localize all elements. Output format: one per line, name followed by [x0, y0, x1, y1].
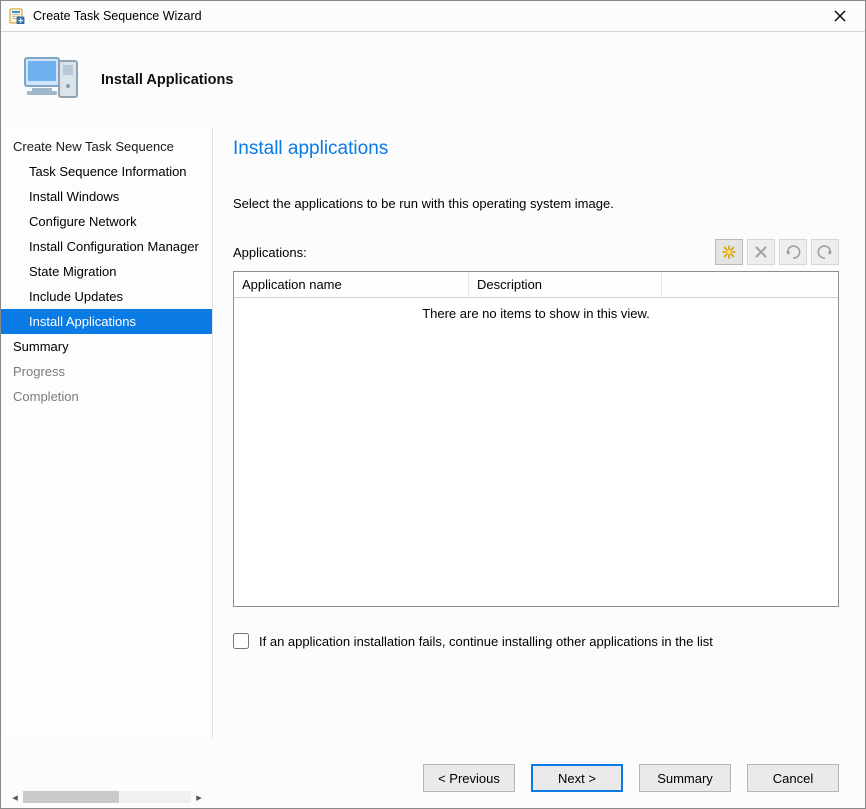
empty-table-message: There are no items to show in this view. — [234, 298, 838, 329]
applications-toolbar — [715, 239, 839, 265]
titlebar: Create Task Sequence Wizard — [1, 1, 865, 32]
next-button[interactable]: Next > — [531, 764, 623, 792]
column-spare — [662, 272, 838, 297]
sidebar-group-title: Create New Task Sequence — [1, 134, 212, 159]
wizard-icon — [9, 8, 25, 24]
previous-button[interactable]: < Previous — [423, 764, 515, 792]
scroll-thumb[interactable] — [23, 791, 119, 803]
summary-button[interactable]: Summary — [639, 764, 731, 792]
banner-title: Install Applications — [101, 72, 233, 88]
delete-application-button[interactable] — [747, 239, 775, 265]
column-description[interactable]: Description — [469, 272, 662, 297]
computer-icon — [23, 55, 81, 105]
table-header: Application name Description — [234, 272, 838, 298]
move-up-button[interactable] — [779, 239, 807, 265]
column-application-name[interactable]: Application name — [234, 272, 469, 297]
banner: Install Applications — [1, 32, 865, 128]
main-panel: Install applications Select the applicat… — [213, 128, 865, 738]
sidebar-step-include-updates[interactable]: Include Updates — [1, 284, 212, 309]
sidebar-step-state-migration[interactable]: State Migration — [1, 259, 212, 284]
wizard-body: Create New Task Sequence Task Sequence I… — [1, 128, 865, 738]
scroll-right-arrow[interactable]: ▸ — [191, 789, 207, 805]
sidebar-step-task-sequence-information[interactable]: Task Sequence Information — [1, 159, 212, 184]
scroll-left-arrow[interactable]: ◂ — [7, 789, 23, 805]
close-button[interactable] — [823, 3, 857, 29]
sidebar-step-install-configuration-manager[interactable]: Install Configuration Manager — [1, 234, 212, 259]
window-title: Create Task Sequence Wizard — [33, 9, 823, 23]
sidebar-step-install-applications[interactable]: Install Applications — [1, 309, 212, 334]
sidebar: Create New Task Sequence Task Sequence I… — [1, 128, 213, 738]
applications-table[interactable]: Application name Description There are n… — [233, 271, 839, 607]
move-down-button[interactable] — [811, 239, 839, 265]
scroll-track[interactable] — [23, 791, 191, 803]
applications-label: Applications: — [233, 245, 307, 260]
continue-on-fail-row: If an application installation fails, co… — [233, 633, 839, 649]
wizard-window: Create Task Sequence Wizard Install Appl… — [0, 0, 866, 809]
sidebar-step-progress: Progress — [1, 359, 212, 384]
applications-header-row: Applications: — [233, 239, 839, 265]
cancel-button[interactable]: Cancel — [747, 764, 839, 792]
continue-on-fail-label: If an application installation fails, co… — [259, 634, 713, 649]
sidebar-step-summary[interactable]: Summary — [1, 334, 212, 359]
sidebar-step-completion: Completion — [1, 384, 212, 409]
sidebar-horizontal-scrollbar[interactable]: ◂ ▸ — [7, 788, 207, 806]
sidebar-step-install-windows[interactable]: Install Windows — [1, 184, 212, 209]
continue-on-fail-checkbox[interactable] — [233, 633, 249, 649]
new-application-button[interactable] — [715, 239, 743, 265]
page-title: Install applications — [233, 138, 839, 160]
instruction-text: Select the applications to be run with t… — [233, 196, 839, 211]
sidebar-step-configure-network[interactable]: Configure Network — [1, 209, 212, 234]
